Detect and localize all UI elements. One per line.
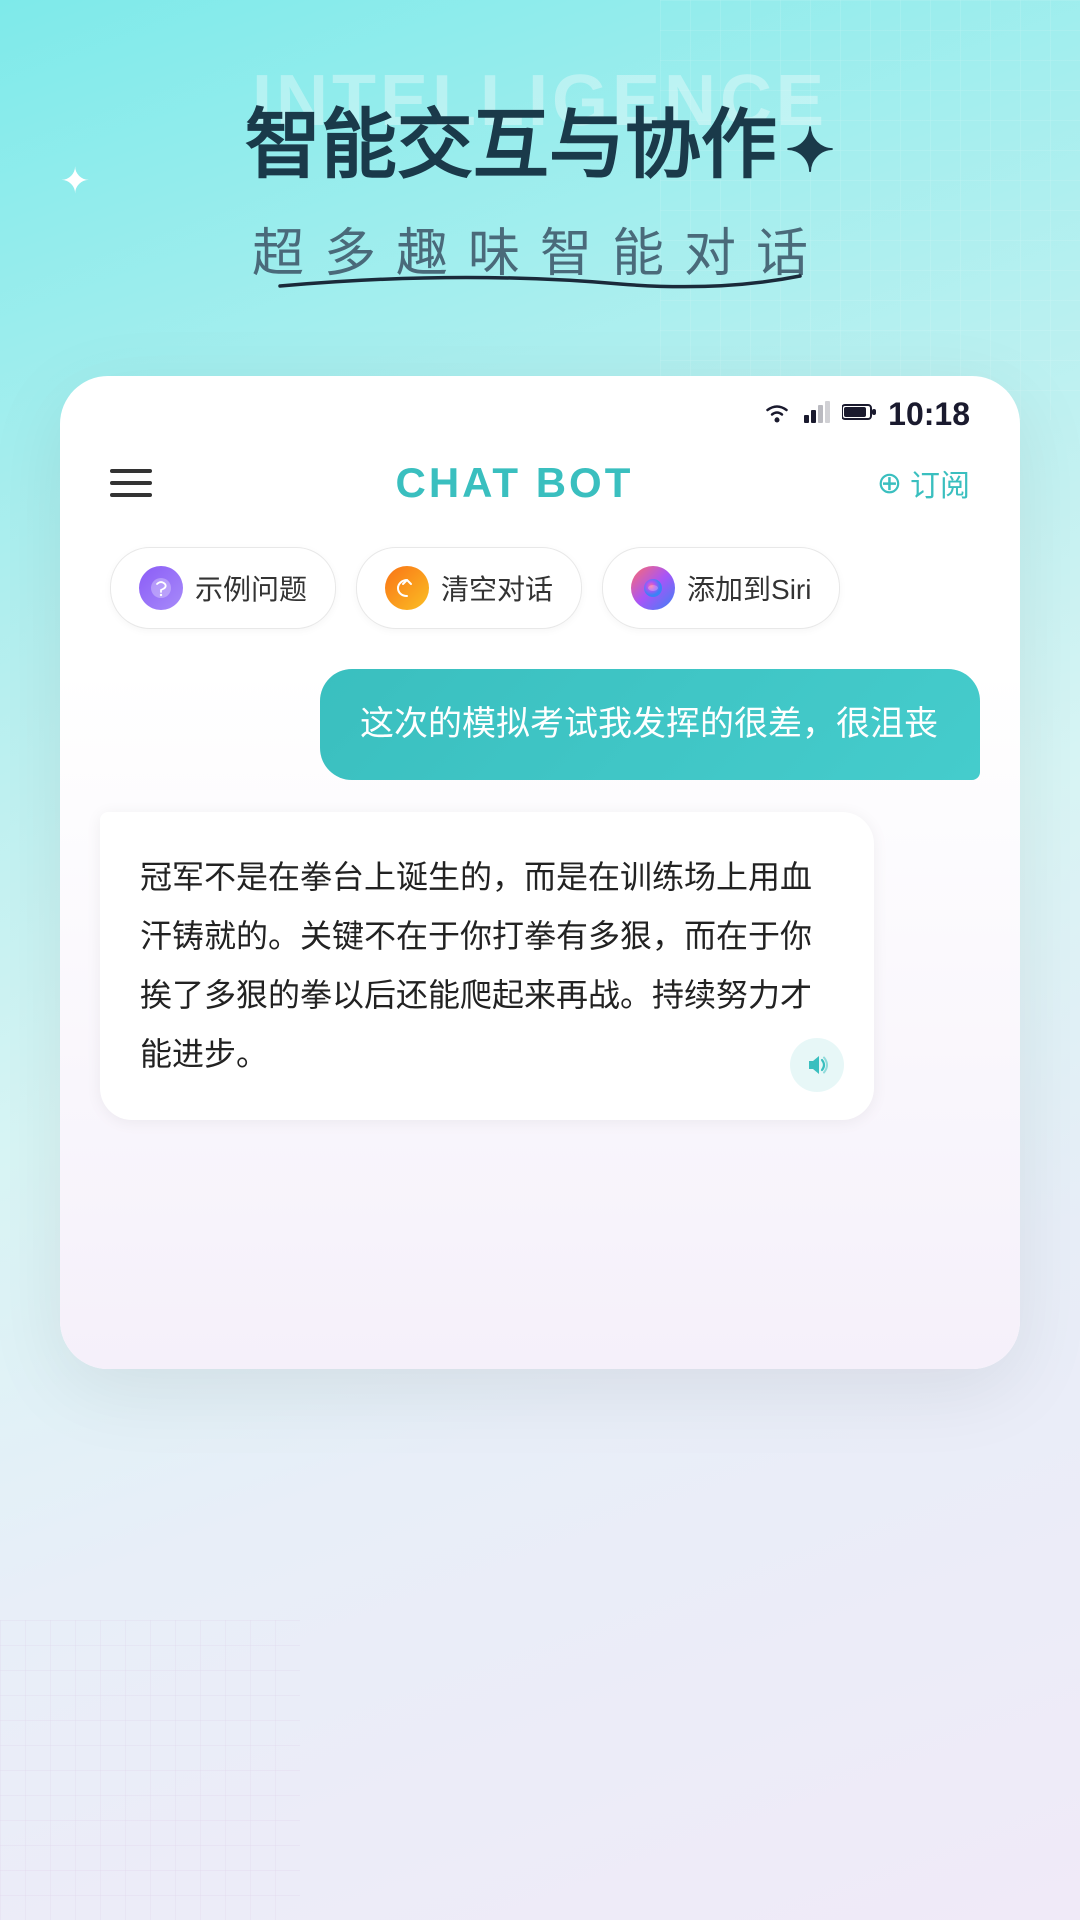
siri-icon — [631, 566, 675, 610]
speaker-button[interactable] — [790, 1038, 844, 1092]
signal-icon — [804, 401, 830, 428]
bot-message-bubble: 冠军不是在拳台上诞生的，而是在训练场上用血汗铸就的。关键不在于你打拳有多狠，而在… — [100, 812, 874, 1121]
hero-title: 智能交互与协作✦ — [80, 100, 1000, 191]
status-icons: 10:18 — [762, 396, 970, 433]
clear-icon — [385, 566, 429, 610]
clear-label: 清空对话 — [441, 568, 553, 608]
user-message-bubble: 这次的模拟考试我发挥的很差，很沮丧 — [320, 669, 980, 779]
hamburger-button[interactable] — [110, 469, 152, 497]
hero-subtitle-container: 超多趣味智能对话 — [252, 211, 828, 286]
phone-card: 10:18 CHAT BOT ⊕ 订阅 示例问题 — [60, 376, 1020, 1369]
battery-icon — [842, 403, 876, 426]
status-bar: 10:18 — [60, 376, 1020, 443]
star-icon: ✦ — [785, 115, 835, 187]
status-time: 10:18 — [888, 396, 970, 433]
quick-actions-row: 示例问题 清空对话 — [60, 537, 1020, 669]
chat-area: 这次的模拟考试我发挥的很差，很沮丧 冠军不是在拳台上诞生的，而是在训练场上用血汗… — [60, 669, 1020, 1369]
siri-label: 添加到Siri — [687, 568, 811, 608]
example-icon — [139, 566, 183, 610]
example-label: 示例问题 — [195, 568, 307, 608]
subscribe-label: 订阅 — [910, 461, 970, 505]
clear-chat-chip[interactable]: 清空对话 — [356, 547, 582, 629]
add-siri-chip[interactable]: 添加到Siri — [602, 547, 840, 629]
wifi-icon — [762, 401, 792, 428]
app-header: CHAT BOT ⊕ 订阅 — [60, 443, 1020, 537]
subscribe-plus-icon: ⊕ — [877, 466, 902, 501]
example-questions-chip[interactable]: 示例问题 — [110, 547, 336, 629]
hero-section: INTELLIGENCE ✦ 智能交互与协作✦ 超多趣味智能对话 — [0, 0, 1080, 346]
app-title: CHAT BOT — [396, 459, 634, 507]
subscribe-button[interactable]: ⊕ 订阅 — [877, 461, 970, 505]
hero-subtitle: 超多趣味智能对话 — [252, 211, 828, 286]
